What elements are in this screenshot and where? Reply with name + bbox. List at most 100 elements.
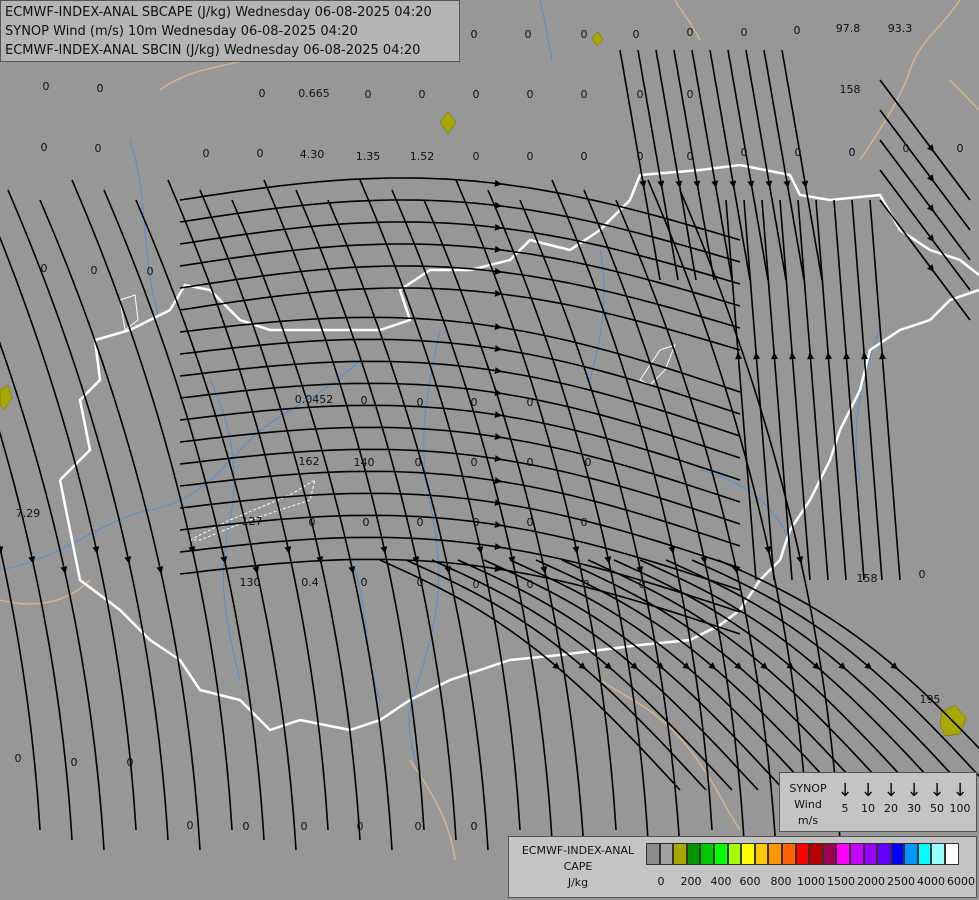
- wind-arrow-icon: ↓: [860, 780, 876, 801]
- cape-color-swatch: [781, 843, 796, 865]
- map-value-label: 0: [527, 396, 534, 409]
- map-value-label: 0: [527, 456, 534, 469]
- synop-speed-label: 100: [949, 802, 971, 815]
- synop-speed-item: ↓ 50: [926, 781, 948, 817]
- map-value-label: 4.30: [300, 148, 325, 161]
- map-value-label: 0: [357, 820, 364, 833]
- map-value-label: 0: [525, 28, 532, 41]
- map-value-label: 140: [354, 456, 375, 469]
- cape-color-swatch: [917, 843, 932, 865]
- map-value-label: 0: [473, 88, 480, 101]
- cape-color-swatch: [754, 843, 769, 865]
- cape-color-swatch: [863, 843, 878, 865]
- cape-color-swatch: [795, 843, 810, 865]
- map-value-label: 93.3: [888, 22, 913, 35]
- map-value-label: 0: [309, 516, 316, 529]
- synop-speed-label: 30: [907, 802, 921, 815]
- map-value-label: 0: [637, 88, 644, 101]
- cape-tick-label: 6000: [947, 875, 975, 888]
- map-value-label: 0: [473, 578, 480, 591]
- map-value-label: 0: [301, 820, 308, 833]
- cape-legend-title-1: ECMWF-INDEX-ANAL: [521, 844, 635, 857]
- map-value-label: 0: [471, 820, 478, 833]
- map-value-label: 0: [473, 516, 480, 529]
- synop-legend-title-2: Wind: [794, 798, 822, 811]
- map-value-label: 0: [687, 150, 694, 163]
- map-value-label: 0: [71, 756, 78, 769]
- wind-arrow-icon: ↓: [837, 780, 853, 801]
- cape-color-swatch: [646, 843, 660, 865]
- map-value-label: 0: [147, 265, 154, 278]
- cape-color-swatch: [904, 843, 918, 865]
- wind-arrow-icon: ↓: [929, 780, 945, 801]
- cape-color-swatch: [673, 843, 687, 865]
- title-line-cin: ECMWF-INDEX-ANAL SBCIN (J/kg) Wednesday …: [5, 43, 421, 58]
- map-value-label: 0: [687, 26, 694, 39]
- map-value-label: 7.29: [16, 507, 41, 520]
- map-value-label: 0: [365, 88, 372, 101]
- cape-color-swatch: [713, 843, 728, 865]
- cape-color-swatch: [686, 843, 701, 865]
- map-value-label: 0: [471, 396, 478, 409]
- map-value-label: 158: [840, 83, 861, 96]
- map-value-label: 97.8: [836, 22, 861, 35]
- map-value-label: 0: [419, 88, 426, 101]
- synop-speed-item: ↓ 20: [880, 781, 902, 817]
- map-value-label: 0.0452: [295, 393, 334, 406]
- map-value-label: 0: [417, 396, 424, 409]
- map-value-label: 0: [417, 576, 424, 589]
- cape-color-swatch: [877, 843, 891, 865]
- map-value-label: 0.665: [298, 87, 330, 100]
- map-value-label: 0: [581, 150, 588, 163]
- map-value-label: 0: [471, 456, 478, 469]
- map-value-label: 0: [637, 150, 644, 163]
- cape-legend-title: ECMWF-INDEX-ANAL CAPE J/kg: [513, 843, 643, 891]
- map-value-label: 0: [259, 87, 266, 100]
- map-value-label: 0: [95, 142, 102, 155]
- map-value-label: 162: [299, 455, 320, 468]
- map-value-label: 0: [581, 88, 588, 101]
- synop-legend-title-3: m/s: [797, 814, 819, 827]
- weather-map: 97.8 93.3 0 0 0 0 0 0 0 0 0 0 0.665 0 0 0 0 0 0 0 158 0 0 0 0 4.3…: [0, 0, 979, 900]
- synop-speed-label: 5: [841, 802, 849, 815]
- map-value-label: 0: [687, 88, 694, 101]
- cape-color-swatch: [849, 843, 864, 865]
- cape-color-swatch: [945, 843, 959, 865]
- map-value-label: 0: [41, 262, 48, 275]
- map-value-label: 0: [243, 820, 250, 833]
- map-value-label: 0.4: [301, 576, 319, 589]
- map-value-label: 130: [240, 576, 261, 589]
- map-value-label: 0: [43, 80, 50, 93]
- wind-arrow-icon: ↓: [883, 780, 899, 801]
- map-value-label: 0: [849, 146, 856, 159]
- map-value-label: 0: [363, 516, 370, 529]
- map-value-label: 0: [583, 578, 590, 591]
- cape-color-swatch: [931, 843, 946, 865]
- map-value-label: 0: [919, 568, 926, 581]
- cape-color-legend: ECMWF-INDEX-ANAL CAPE J/kg 0 200 400 600 800…: [508, 836, 977, 898]
- map-value-label: 127: [242, 515, 263, 528]
- cape-color-swatch: [659, 843, 674, 865]
- synop-speed-label: 20: [884, 802, 898, 815]
- map-value-label: 0: [527, 516, 534, 529]
- cape-color-swatch: [727, 843, 742, 865]
- map-value-label: 0: [361, 394, 368, 407]
- synop-speed-label: 10: [861, 802, 875, 815]
- map-value-label: 0: [91, 264, 98, 277]
- cape-color-swatch: [822, 843, 837, 865]
- cape-color-swatch: [836, 843, 850, 865]
- map-value-label: 0: [417, 516, 424, 529]
- synop-legend-title: SYNOP Wind m/s: [784, 781, 832, 829]
- synop-speed-item: ↓ 30: [903, 781, 925, 817]
- map-value-label: 0: [257, 147, 264, 160]
- map-value-label: 0: [741, 146, 748, 159]
- title-line-wind: SYNOP Wind (m/s) 10m Wednesday 06-08-202…: [5, 24, 358, 39]
- map-value-label: 0: [581, 516, 588, 529]
- map-value-label: 0: [415, 820, 422, 833]
- map-value-label: 0: [527, 88, 534, 101]
- synop-speed-item: ↓ 100: [949, 781, 971, 817]
- synop-speed-label: 50: [930, 802, 944, 815]
- cape-color-swatch: [768, 843, 782, 865]
- map-value-label: 0: [741, 26, 748, 39]
- wind-arrow-icon: ↓: [952, 780, 968, 801]
